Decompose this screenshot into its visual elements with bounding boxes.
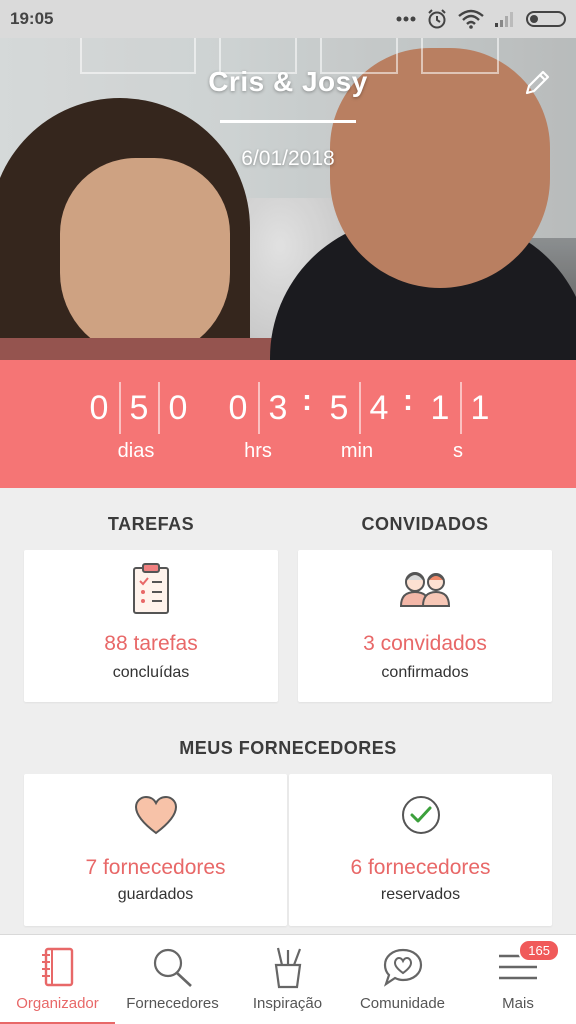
booked-vendors-count: 6 fornecedores [350,856,491,879]
nav-label: Comunidade [359,995,446,1012]
hours-digit-1: 0 [228,388,248,427]
days-digit-3: 0 [158,382,196,434]
hours-label: hrs [244,440,272,462]
tasks-card[interactable]: 88 tarefas concluídas [24,550,278,702]
days-label: dias [117,440,155,462]
booked-vendors-card[interactable]: 6 fornecedores reservados [289,774,552,926]
nav-label: Fornecedores [126,995,219,1012]
nav-mais[interactable]: Mais 165 [460,935,576,1024]
edit-pencil-icon[interactable] [520,64,556,100]
nav-label: Inspiração [252,995,323,1012]
seconds-digit-1: 1 [430,388,450,427]
checklist-clipboard-icon [131,562,171,621]
nav-label: Organizador [16,995,99,1012]
nav-inspiracao[interactable]: Inspiração [230,935,345,1024]
colon-separator: : [403,384,413,417]
notification-badge: 165 [518,939,560,962]
notebook-icon [40,945,76,989]
nav-organizador[interactable]: Organizador [0,935,115,1024]
battery-icon [526,11,566,27]
tasks-status: concluídas [112,664,190,681]
status-time: 19:05 [10,9,54,28]
vendors-section-title: MEUS FORNECEDORES [179,738,397,758]
colon-separator: : [302,384,312,417]
guests-section-title: CONVIDADOS [361,514,489,534]
check-circle-icon [400,794,442,841]
hours-digit-2: 3 [258,382,296,434]
saved-vendors-card[interactable]: 7 fornecedores guardados [24,774,287,926]
wedding-date: 6/01/2018 [241,147,335,170]
wifi-icon [458,9,484,29]
name-underline [220,120,356,123]
minutes-digit-1: 5 [329,388,349,427]
alarm-icon [426,8,448,30]
minutes-digit-2: 4 [359,382,397,434]
booked-vendors-status: reservados [380,886,461,903]
bottom-navigation: Organizador Fornecedores Inspiração Comu… [0,934,576,1024]
signal-icon [494,10,516,28]
minutes-label: min [340,440,374,462]
nav-comunidade[interactable]: Comunidade [345,935,460,1024]
tasks-section-title: TAREFAS [107,514,195,534]
status-bar: 19:05 [0,0,576,38]
guests-card[interactable]: 3 convidados confirmados [298,550,552,702]
pencil-cup-icon [270,945,306,989]
guests-count: 3 convidados [363,632,487,655]
guests-status: confirmados [381,664,469,681]
seconds-digit-2: 1 [460,382,498,434]
saved-vendors-status: guardados [117,886,194,903]
days-digit-2: 5 [119,382,157,434]
more-dots-icon [396,16,416,22]
tasks-count: 88 tarefas [104,632,198,655]
heart-icon [134,795,178,841]
saved-vendors-count: 7 fornecedores [85,856,226,879]
nav-fornecedores[interactable]: Fornecedores [115,935,230,1024]
chat-heart-icon [381,945,425,989]
guests-people-icon [398,568,452,613]
status-icons [396,8,566,30]
nav-label: Mais [502,995,534,1012]
days-digit-1: 0 [89,388,109,427]
search-icon [151,945,195,989]
seconds-label: s [453,440,463,462]
